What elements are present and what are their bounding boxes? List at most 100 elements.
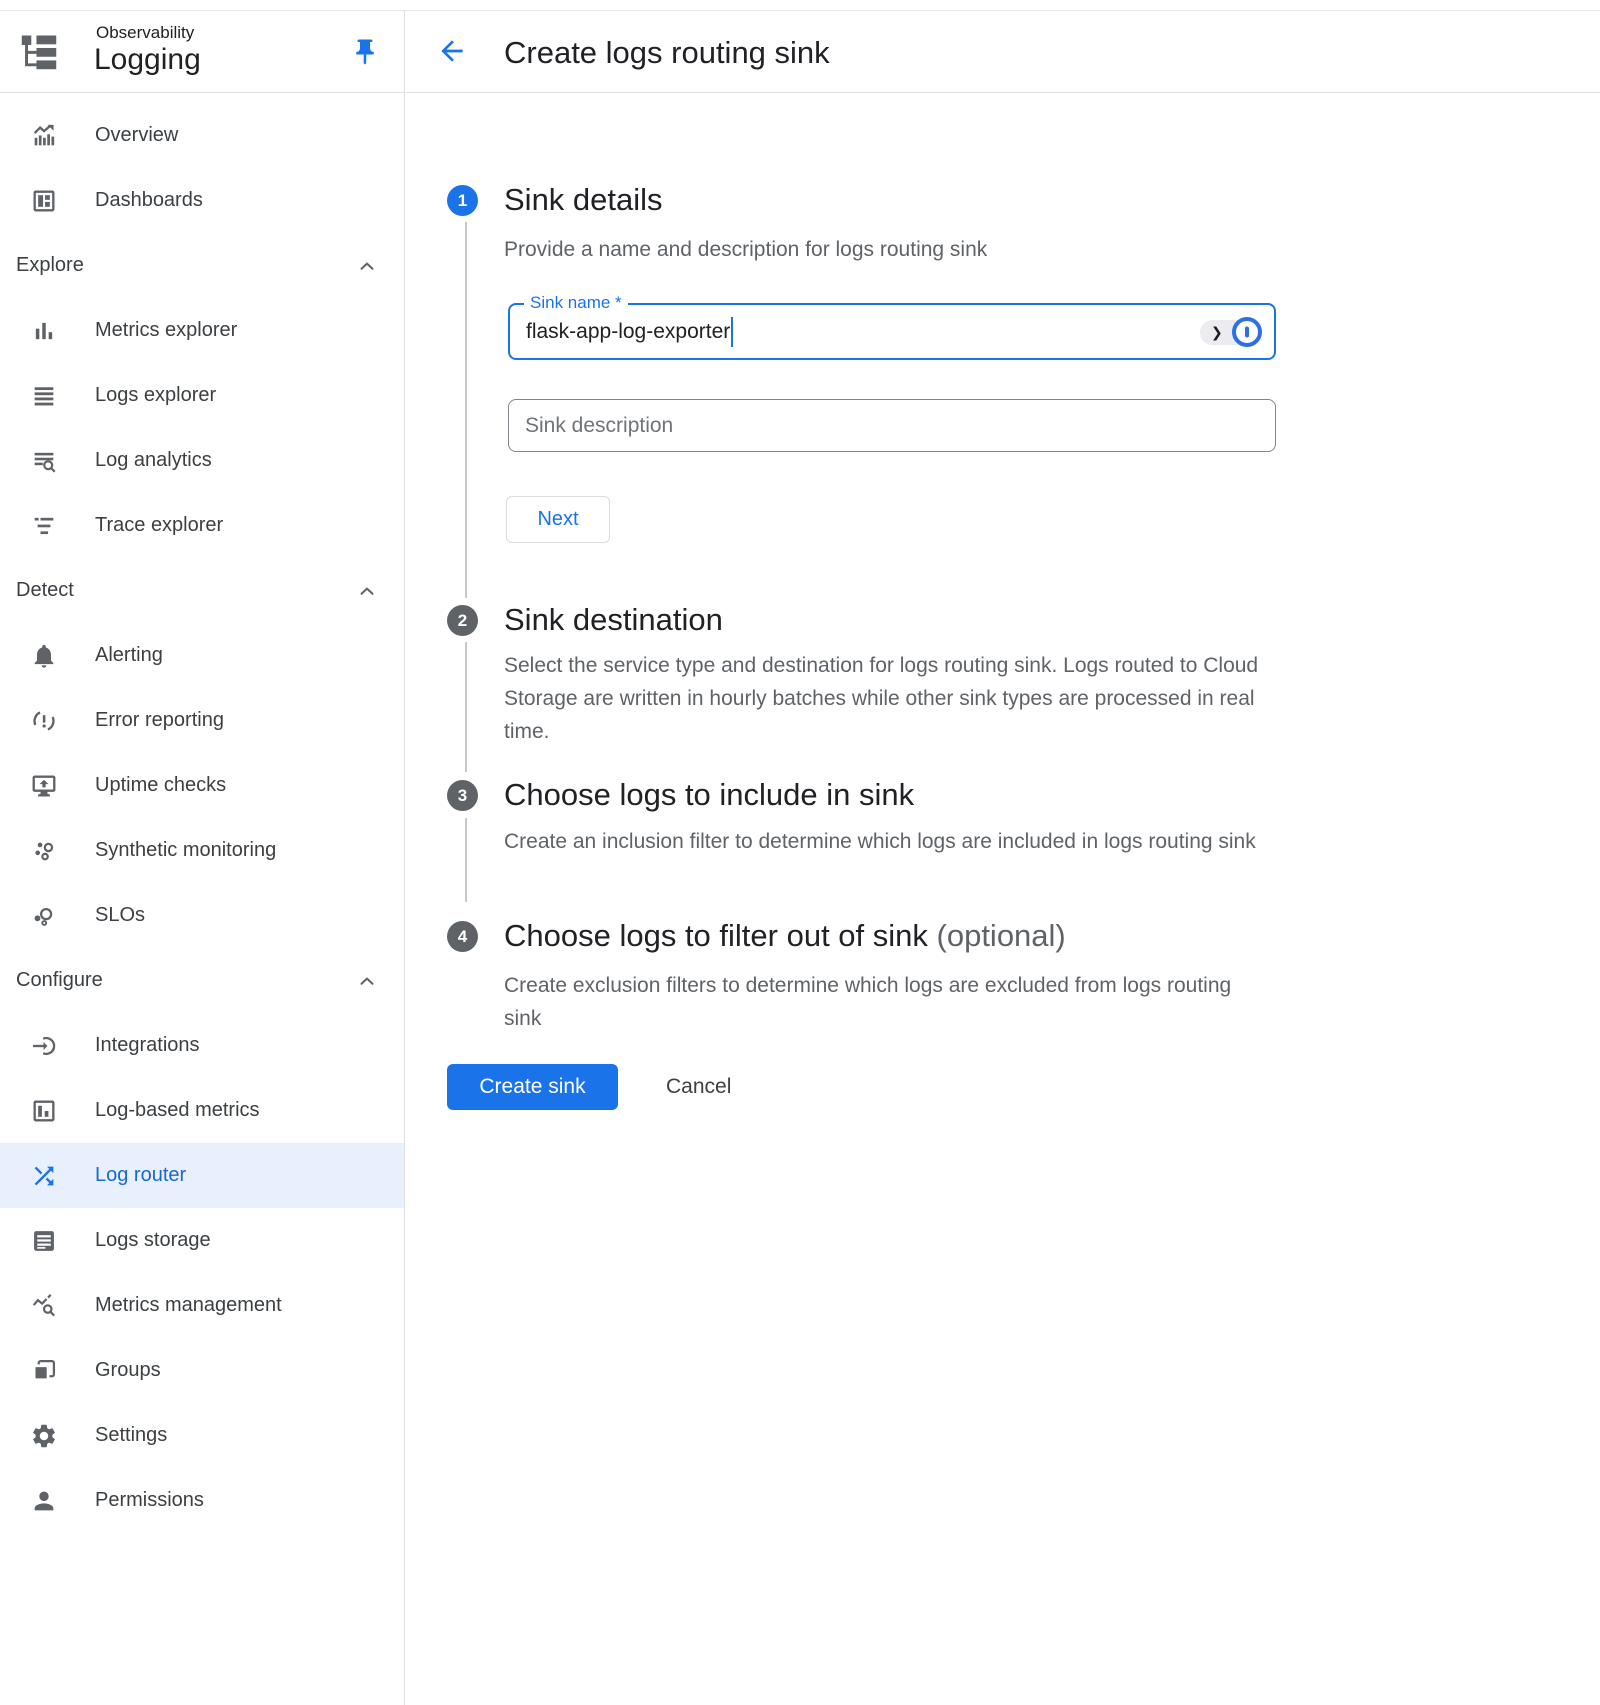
- sidebar-item-trace-explorer[interactable]: Trace explorer: [0, 493, 404, 558]
- sidebar-section-detect[interactable]: Detect: [0, 558, 404, 623]
- sidebar-item-label: Uptime checks: [95, 774, 226, 797]
- step-3-connector-line: [465, 818, 467, 902]
- trace-explorer-icon: [30, 512, 58, 540]
- step-4-description: Create exclusion filters to determine wh…: [504, 969, 1249, 1035]
- pin-icon[interactable]: [350, 37, 380, 67]
- log-based-metrics-icon: [30, 1097, 58, 1125]
- sidebar-item-integrations[interactable]: Integrations: [0, 1013, 404, 1078]
- step-3-circle: 3: [447, 780, 478, 811]
- error-reporting-icon: [30, 707, 58, 735]
- page-title: Create logs routing sink: [504, 35, 830, 71]
- sidebar-item-label: Log analytics: [95, 449, 212, 472]
- sidebar-item-logs-storage[interactable]: Logs storage: [0, 1208, 404, 1273]
- sidebar-section-label: Configure: [16, 969, 103, 992]
- sink-name-input[interactable]: Sink name * flask-app-log-exporter ❯: [508, 303, 1276, 360]
- sink-name-value: flask-app-log-exporter: [526, 320, 730, 344]
- sidebar-item-label: Groups: [95, 1359, 161, 1382]
- sidebar-item-error-reporting[interactable]: Error reporting: [0, 688, 404, 753]
- text-cursor: [731, 317, 733, 347]
- sidebar-item-permissions[interactable]: Permissions: [0, 1468, 404, 1533]
- sidebar-item-label: Trace explorer: [95, 514, 223, 537]
- section-name: Logging: [94, 43, 201, 77]
- logs-explorer-icon: [30, 382, 58, 410]
- chevron-up-icon: [356, 970, 378, 992]
- step-4-title-text: Choose logs to filter out of sink: [504, 918, 928, 953]
- sidebar-section-explore[interactable]: Explore: [0, 233, 404, 298]
- password-manager-autofill-icon[interactable]: ❯: [1200, 317, 1262, 347]
- sidebar-item-dashboards[interactable]: Dashboards: [0, 168, 404, 233]
- sink-description-input[interactable]: [509, 400, 1275, 451]
- sidebar-item-label: Error reporting: [95, 709, 224, 732]
- slos-icon: [30, 902, 58, 930]
- uptime-checks-icon: [30, 772, 58, 800]
- step-4-title: Choose logs to filter out of sink (optio…: [504, 915, 1066, 957]
- sidebar-item-label: Dashboards: [95, 189, 203, 212]
- step-4-title-optional: (optional): [937, 918, 1066, 953]
- sidebar-item-label: Integrations: [95, 1034, 200, 1057]
- sidebar-item-alerting[interactable]: Alerting: [0, 623, 404, 688]
- sidebar-section-label: Detect: [16, 579, 74, 602]
- sidebar-item-settings[interactable]: Settings: [0, 1403, 404, 1468]
- sidebar-item-metrics-explorer[interactable]: Metrics explorer: [0, 298, 404, 363]
- sidebar-item-label: Synthetic monitoring: [95, 839, 276, 862]
- onepassword-icon: [1232, 317, 1262, 347]
- chevron-up-icon: [356, 580, 378, 602]
- sink-description-field: [508, 399, 1276, 452]
- sidebar: Observability Logging Overview Dashboards…: [0, 11, 405, 1705]
- log-analytics-icon: [30, 447, 58, 475]
- step-3-description: Create an inclusion filter to determine …: [504, 825, 1304, 858]
- sidebar-item-label: Log-based metrics: [95, 1099, 260, 1122]
- sidebar-header: Observability Logging: [0, 11, 404, 93]
- step-2-circle: 2: [447, 605, 478, 636]
- sidebar-item-label: Metrics explorer: [95, 319, 237, 342]
- dashboards-icon: [30, 187, 58, 215]
- step-3-title: Choose logs to include in sink: [504, 774, 914, 816]
- step-4-circle: 4: [447, 921, 478, 952]
- sidebar-item-overview[interactable]: Overview: [0, 103, 404, 168]
- sidebar-item-label: Alerting: [95, 644, 163, 667]
- chevron-up-icon: [356, 255, 378, 277]
- alerting-icon: [30, 642, 58, 670]
- cancel-button[interactable]: Cancel: [642, 1064, 755, 1110]
- sidebar-item-metrics-management[interactable]: Metrics management: [0, 1273, 404, 1338]
- observability-logo-icon: [17, 30, 61, 74]
- sidebar-section-configure[interactable]: Configure: [0, 948, 404, 1013]
- sidebar-item-synthetic-monitoring[interactable]: Synthetic monitoring: [0, 818, 404, 883]
- sidebar-item-label: Settings: [95, 1424, 167, 1447]
- sidebar-item-label: Metrics management: [95, 1294, 282, 1317]
- logs-storage-icon: [30, 1227, 58, 1255]
- permissions-icon: [30, 1487, 58, 1515]
- step-1-circle: 1: [447, 185, 478, 216]
- back-arrow-icon[interactable]: [436, 35, 470, 69]
- groups-icon: [30, 1357, 58, 1385]
- sidebar-item-log-router[interactable]: Log router: [0, 1143, 404, 1208]
- sidebar-nav: Overview Dashboards Explore Metrics explore…: [0, 93, 404, 1533]
- sidebar-item-slos[interactable]: SLOs: [0, 883, 404, 948]
- sidebar-item-label: Overview: [95, 124, 178, 147]
- sidebar-section-label: Explore: [16, 254, 84, 277]
- create-sink-button[interactable]: Create sink: [447, 1064, 618, 1110]
- integrations-icon: [30, 1032, 58, 1060]
- sidebar-item-label: Logs storage: [95, 1229, 211, 1252]
- step-1-title: Sink details: [504, 179, 663, 221]
- sidebar-item-logs-explorer[interactable]: Logs explorer: [0, 363, 404, 428]
- step-1-connector-line: [465, 222, 467, 598]
- create-sink-form: 1 Sink details Provide a name and descri…: [406, 93, 1600, 1705]
- metrics-explorer-icon: [30, 317, 58, 345]
- sidebar-item-log-analytics[interactable]: Log analytics: [0, 428, 404, 493]
- step-1-description: Provide a name and description for logs …: [504, 233, 987, 266]
- step-2-description: Select the service type and destination …: [504, 649, 1304, 748]
- sink-name-label: Sink name *: [524, 293, 628, 313]
- settings-icon: [30, 1422, 58, 1450]
- sidebar-item-groups[interactable]: Groups: [0, 1338, 404, 1403]
- sidebar-item-label: Permissions: [95, 1489, 204, 1512]
- main-panel: Create logs routing sink 1 Sink details …: [406, 11, 1600, 1705]
- log-router-icon: [30, 1162, 58, 1190]
- sidebar-item-label: Logs explorer: [95, 384, 216, 407]
- next-button[interactable]: Next: [506, 496, 610, 543]
- sidebar-item-log-based-metrics[interactable]: Log-based metrics: [0, 1078, 404, 1143]
- sidebar-item-label: SLOs: [95, 904, 145, 927]
- main-header: Create logs routing sink: [406, 11, 1600, 93]
- overview-icon: [30, 122, 58, 150]
- sidebar-item-uptime-checks[interactable]: Uptime checks: [0, 753, 404, 818]
